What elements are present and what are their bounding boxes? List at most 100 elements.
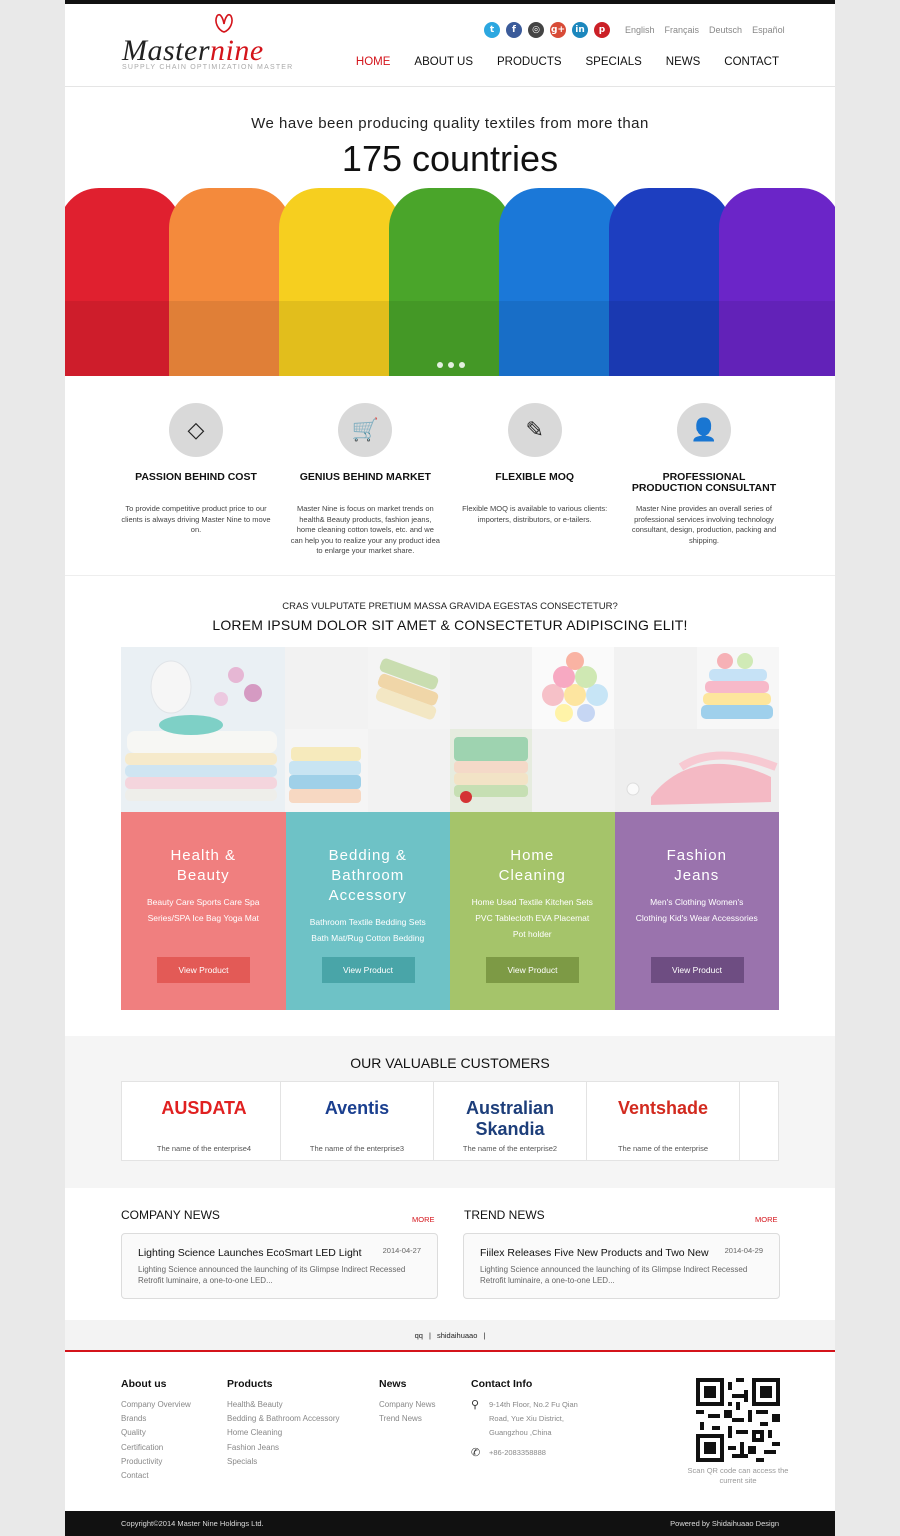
company-news-card[interactable]: Lighting Science Launches EcoSmart LED L…	[121, 1233, 438, 1299]
footer-link[interactable]: Company News	[379, 1398, 435, 1412]
category-title[interactable]: Home Cleaning	[450, 846, 615, 886]
trend-news-more-link[interactable]: MORE	[755, 1215, 778, 1224]
customer-name: The	[740, 1144, 778, 1153]
nav-item-news[interactable]: NEWS	[666, 56, 701, 68]
customer-card[interactable]: Aventis The name of the enterprise3	[281, 1082, 434, 1160]
footer-bottom-bar: Copyright©2014 Master Nine Holdings Ltd.…	[65, 1511, 835, 1536]
phone-icon: ✆	[471, 1447, 481, 1459]
news-title[interactable]: Lighting Science Launches EcoSmart LED L…	[138, 1247, 421, 1259]
instagram-icon[interactable]: ◎	[528, 22, 544, 38]
friend-link[interactable]: shidaihuaao	[437, 1331, 477, 1340]
nav-item-specials[interactable]: SPECIALS	[586, 56, 642, 68]
customer-card[interactable]: Australian Skandia The name of the enterp…	[434, 1082, 587, 1160]
footer-contact: Contact Info ⚲ 9-14th Floor, No.2 Fu Qia…	[471, 1378, 578, 1460]
photo-dotted-towels	[285, 729, 368, 812]
footer-products: Products Health& Beauty Bedding & Bathroo…	[227, 1378, 340, 1469]
customer-name: The name of the enterprise3	[309, 1144, 405, 1153]
footer-link[interactable]: Brands	[121, 1412, 191, 1426]
trend-news-card[interactable]: Fiilex Releases Five New Products and Tw…	[463, 1233, 780, 1299]
footer-link[interactable]: Contact	[121, 1469, 191, 1483]
news-date: 2014-04-27	[382, 1246, 421, 1255]
customers-title: OUR VALUABLE CUSTOMERS	[350, 1055, 550, 1071]
powered-by[interactable]: Powered by Shidaihuaao Design	[670, 1519, 779, 1528]
linkedin-icon[interactable]: in	[572, 22, 588, 38]
link-separator: |	[483, 1330, 486, 1340]
header-divider	[65, 86, 835, 87]
view-product-button[interactable]: View Product	[650, 957, 744, 983]
footer-link[interactable]: Bedding & Bathroom Accessory	[227, 1412, 340, 1426]
category-title[interactable]: Fashion Jeans	[615, 846, 780, 886]
nav-item-contact[interactable]: CONTACT	[724, 56, 779, 68]
category-subitems: Men's Clothing Women's Clothing Kid's We…	[635, 897, 758, 923]
news-title[interactable]: Fiilex Releases Five New Products and Tw…	[480, 1247, 763, 1259]
language-option[interactable]: English	[625, 25, 655, 35]
footer-link[interactable]: Trend News	[379, 1412, 435, 1426]
view-product-button[interactable]: View Product	[486, 957, 579, 983]
footer-heading: News	[379, 1378, 407, 1390]
footer-link[interactable]: Health& Beauty	[227, 1398, 340, 1412]
logo[interactable]: Masternine SUPPLY CHAIN OPTIMIZATION MAS…	[120, 12, 294, 72]
top-bar	[65, 0, 835, 4]
footer-heading: About us	[121, 1378, 167, 1390]
category-tile: Fashion Jeans Men's Clothing Women's Clot…	[614, 812, 780, 1010]
footer-link[interactable]: Specials	[227, 1455, 340, 1469]
news-excerpt: Lighting Science announced the launching…	[480, 1265, 748, 1285]
footer-link[interactable]: Certification	[121, 1441, 191, 1455]
customer-card[interactable]: Ventshade The name of the enterprise	[587, 1082, 740, 1160]
company-news-more-link[interactable]: MORE	[412, 1215, 435, 1224]
category-title[interactable]: Bedding & Bathroom Accessory	[286, 846, 451, 906]
slider-dot[interactable]	[459, 362, 465, 368]
language-option[interactable]: Français	[665, 25, 700, 35]
feature-title: PASSION BEHIND COST	[135, 471, 257, 483]
news-date: 2014-04-29	[724, 1246, 763, 1255]
phone-number: +86-2083358888	[489, 1448, 546, 1457]
customers-carousel[interactable]: AUSDATA The name of the enterprise4 Aventi…	[121, 1081, 779, 1161]
slider-dot[interactable]	[448, 362, 454, 368]
photo-bath-towels	[121, 647, 285, 812]
logo-tagline: SUPPLY CHAIN OPTIMIZATION MASTER	[122, 64, 294, 71]
pinterest-icon[interactable]: p	[594, 22, 610, 38]
photo-embossed-towels	[450, 729, 532, 812]
feature-description: Master Nine provides an overall series o…	[631, 504, 777, 545]
language-option[interactable]: Español	[752, 25, 785, 35]
customer-card[interactable]: V The	[740, 1082, 778, 1160]
footer-heading: Products	[227, 1378, 273, 1390]
category-title[interactable]: Health & Beauty	[121, 846, 286, 886]
slider-dot[interactable]	[437, 362, 443, 368]
customer-logo: Ventshade	[617, 1098, 709, 1118]
footer-divider	[65, 1350, 835, 1352]
qr-code	[696, 1378, 780, 1462]
towel-roll	[65, 188, 181, 376]
view-product-button[interactable]: View Product	[157, 957, 250, 983]
copyright: Copyright©2014 Master Nine Holdings Ltd.	[121, 1519, 264, 1528]
google-plus-icon[interactable]: g+	[550, 22, 566, 38]
nav-item-about-us[interactable]: ABOUT US	[414, 56, 473, 68]
nav-item-products[interactable]: PRODUCTS	[497, 56, 562, 68]
view-product-button[interactable]: View Product	[321, 957, 415, 983]
feature-block: ✎ FLEXIBLE MOQ Flexible MOQ is available t…	[460, 400, 610, 557]
feature-description: Master Nine is focus on market trends on…	[290, 504, 440, 555]
footer-link[interactable]: Fashion Jeans	[227, 1441, 340, 1455]
hero-title: 175 countries	[341, 138, 559, 179]
category-tile: Health & Beauty Beauty Care Sports Care S…	[121, 812, 286, 1010]
customer-logo: V	[740, 1098, 778, 1119]
footer-link[interactable]: Quality	[121, 1426, 191, 1440]
feature-title: FLEXIBLE MOQ	[495, 471, 575, 483]
towel-roll	[169, 188, 291, 376]
contact-address: ⚲ 9-14th Floor, No.2 Fu Qian Road, Yue X…	[471, 1398, 578, 1440]
category-subitems: Bathroom Textile Bedding Sets Bath Mat/R…	[309, 917, 426, 943]
footer-link[interactable]: Company Overview	[121, 1398, 191, 1412]
footer-link[interactable]: Productivity	[121, 1455, 191, 1469]
trend-news-heading: TREND NEWS	[464, 1208, 545, 1222]
customer-card[interactable]: AUSDATA The name of the enterprise4	[128, 1082, 281, 1160]
language-option[interactable]: Deutsch	[709, 25, 742, 35]
category-subitems: Home Used Textile Kitchen Sets PVC Table…	[471, 897, 593, 939]
twitter-icon[interactable]: t	[484, 22, 500, 38]
nav-item-home[interactable]: HOME	[356, 56, 391, 68]
customer-logo: Aventis	[324, 1098, 390, 1118]
footer-link[interactable]: Home Cleaning	[227, 1426, 340, 1440]
facebook-icon[interactable]: f	[506, 22, 522, 38]
language-switcher: English Français Deutsch Español	[625, 25, 785, 35]
feature-title: PROFESSIONAL PRODUCTION CONSULTANT	[631, 471, 777, 494]
friend-link[interactable]: qq	[415, 1331, 423, 1340]
